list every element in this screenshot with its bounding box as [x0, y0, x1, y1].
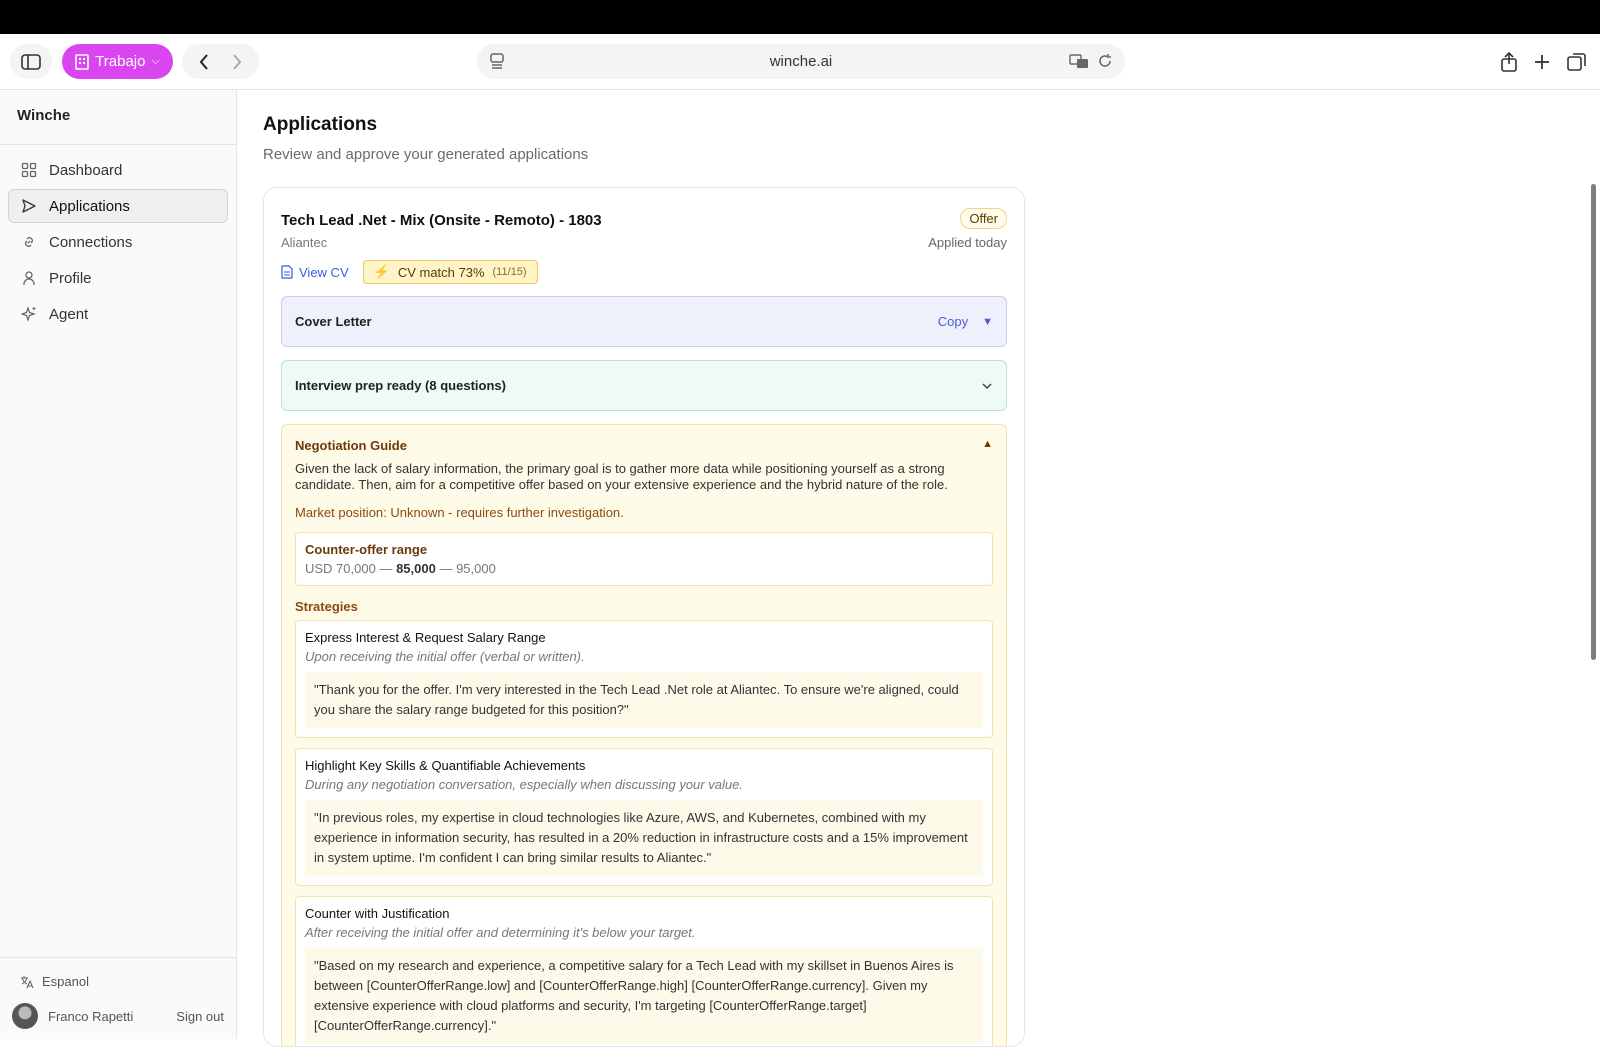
interview-prep-title: Interview prep ready (8 questions) — [295, 378, 506, 393]
range-title: Counter-offer range — [305, 542, 428, 557]
strategy-quote: "Based on my research and experience, a … — [305, 948, 983, 1044]
market-position: Market position: Unknown - requires furt… — [295, 505, 624, 520]
strategy-quote: "In previous roles, my expertise in clou… — [305, 800, 983, 876]
language-switcher[interactable]: Espanol — [12, 968, 224, 1003]
forward-icon[interactable] — [231, 53, 243, 71]
range-low: USD 70,000 — — [305, 561, 393, 576]
cv-match-label: CV match 73% — [397, 264, 485, 280]
page-subtitle: Review and approve your generated applic… — [263, 146, 589, 163]
range-high: — 95,000 — [439, 561, 496, 576]
view-cv-label: View CV — [299, 264, 349, 280]
sidebar-item-label: Connections — [49, 233, 133, 251]
strategy-item: Express Interest & Request Salary Range … — [295, 620, 993, 738]
brand-name: Winche — [0, 90, 236, 145]
sidebar-toggle-button[interactable] — [10, 44, 52, 79]
profile-switcher-button[interactable]: Trabajo ⌵ — [62, 44, 173, 79]
strategy-when: During any negotiation conversation, esp… — [305, 777, 743, 792]
sidebar-nav: Dashboard Applications Connections Profi… — [0, 145, 236, 341]
negotiation-summary: Given the lack of salary information, th… — [295, 461, 948, 492]
sidebar-item-label: Profile — [49, 269, 92, 287]
strategy-title: Express Interest & Request Salary Range — [305, 630, 546, 645]
document-icon — [281, 265, 293, 279]
lightning-icon: ⚡ — [373, 264, 390, 279]
negotiation-title: Negotiation Guide — [295, 438, 407, 453]
strategy-when: After receiving the initial offer and de… — [305, 925, 696, 940]
user-row: Franco Rapetti Sign out — [12, 1003, 224, 1029]
translate-icon[interactable] — [1069, 52, 1089, 74]
address-bar[interactable]: winche.ai — [477, 44, 1125, 79]
company-name: Aliantec — [281, 235, 328, 250]
cover-letter-title: Cover Letter — [295, 314, 372, 329]
view-cv-link[interactable]: View CV — [281, 265, 349, 280]
strategy-quote: "Thank you for the offer. I'm very inter… — [305, 672, 983, 728]
counter-offer-range: Counter-offer range USD 70,000 — 85,000 … — [295, 532, 993, 586]
history-nav — [182, 44, 259, 79]
strategy-title: Highlight Key Skills & Quantifiable Achi… — [305, 758, 586, 773]
range-target: 85,000 — [396, 561, 436, 576]
reload-icon[interactable] — [1097, 52, 1113, 74]
status-badge: Offer — [960, 208, 1007, 229]
app-root: Winche Dashboard Applications Connection… — [0, 90, 1600, 1047]
sidebar-icon — [21, 53, 41, 70]
browser-toolbar: Trabajo ⌵ winche.ai — [0, 34, 1600, 90]
language-label: Espanol — [42, 974, 89, 989]
page-title: Applications — [263, 114, 378, 135]
user-name: Franco Rapetti — [48, 1008, 134, 1024]
system-top-bar — [0, 0, 1600, 34]
profile-label: Trabajo — [95, 53, 146, 70]
sidebar-footer: Espanol Franco Rapetti Sign out — [0, 957, 236, 1039]
avatar[interactable] — [12, 1003, 38, 1029]
strategy-when: Upon receiving the initial offer (verbal… — [305, 649, 585, 664]
strategy-title: Counter with Justification — [305, 906, 450, 921]
strategy-item: Highlight Key Skills & Quantifiable Achi… — [295, 748, 993, 886]
page-scrollbar[interactable] — [1591, 184, 1596, 660]
caret-up-icon[interactable]: ▲ — [982, 438, 993, 453]
copy-button[interactable]: Copy — [938, 314, 968, 329]
url-text: winche.ai — [769, 53, 833, 70]
negotiation-guide-panel: Negotiation Guide ▲ Given the lack of sa… — [281, 424, 1007, 1046]
language-icon — [21, 975, 34, 988]
sidebar-item-connections[interactable]: Connections — [8, 225, 228, 259]
sidebar-item-agent[interactable]: Agent — [8, 297, 228, 331]
job-title: Tech Lead .Net - Mix (Onsite - Remoto) -… — [281, 212, 602, 229]
sidebar: Winche Dashboard Applications Connection… — [0, 90, 237, 1039]
sidebar-item-label: Dashboard — [49, 161, 123, 179]
sidebar-item-applications[interactable]: Applications — [8, 189, 228, 223]
interview-prep-panel[interactable]: Interview prep ready (8 questions) — [281, 360, 1007, 411]
cv-match-count: (11/15) — [492, 266, 527, 278]
sidebar-item-label: Agent — [49, 305, 89, 323]
back-icon[interactable] — [198, 53, 210, 71]
share-icon[interactable] — [1500, 51, 1518, 73]
chevron-down-icon[interactable] — [981, 382, 993, 390]
chevron-down-icon: ⌵ — [151, 55, 160, 67]
sidebar-item-dashboard[interactable]: Dashboard — [8, 153, 228, 187]
sign-out-button[interactable]: Sign out — [176, 1009, 224, 1024]
link-icon — [25, 237, 33, 247]
send-icon — [22, 199, 36, 213]
user-icon — [23, 271, 35, 285]
cv-match-badge: ⚡ CV match 73% (11/15) — [362, 260, 538, 284]
application-card: Tech Lead .Net - Mix (Onsite - Remoto) -… — [263, 187, 1025, 1047]
caret-down-icon[interactable]: ▼ — [982, 316, 993, 328]
sidebar-item-profile[interactable]: Profile — [8, 261, 228, 295]
grid-icon — [21, 162, 37, 178]
tabs-overview-icon[interactable] — [1566, 51, 1588, 73]
new-tab-icon[interactable] — [1532, 52, 1552, 72]
building-icon — [75, 53, 89, 70]
main-content: Applications Review and approve your gen… — [263, 90, 1563, 1047]
cover-letter-panel[interactable]: Cover Letter Copy ▼ — [281, 296, 1007, 347]
strategies-heading: Strategies — [295, 599, 358, 614]
sidebar-item-label: Applications — [49, 197, 130, 215]
strategy-item: Counter with Justification After receivi… — [295, 896, 993, 1046]
page-menu-icon[interactable] — [489, 52, 505, 74]
applied-date: Applied today — [928, 235, 1007, 250]
sparkle-icon — [21, 306, 36, 322]
